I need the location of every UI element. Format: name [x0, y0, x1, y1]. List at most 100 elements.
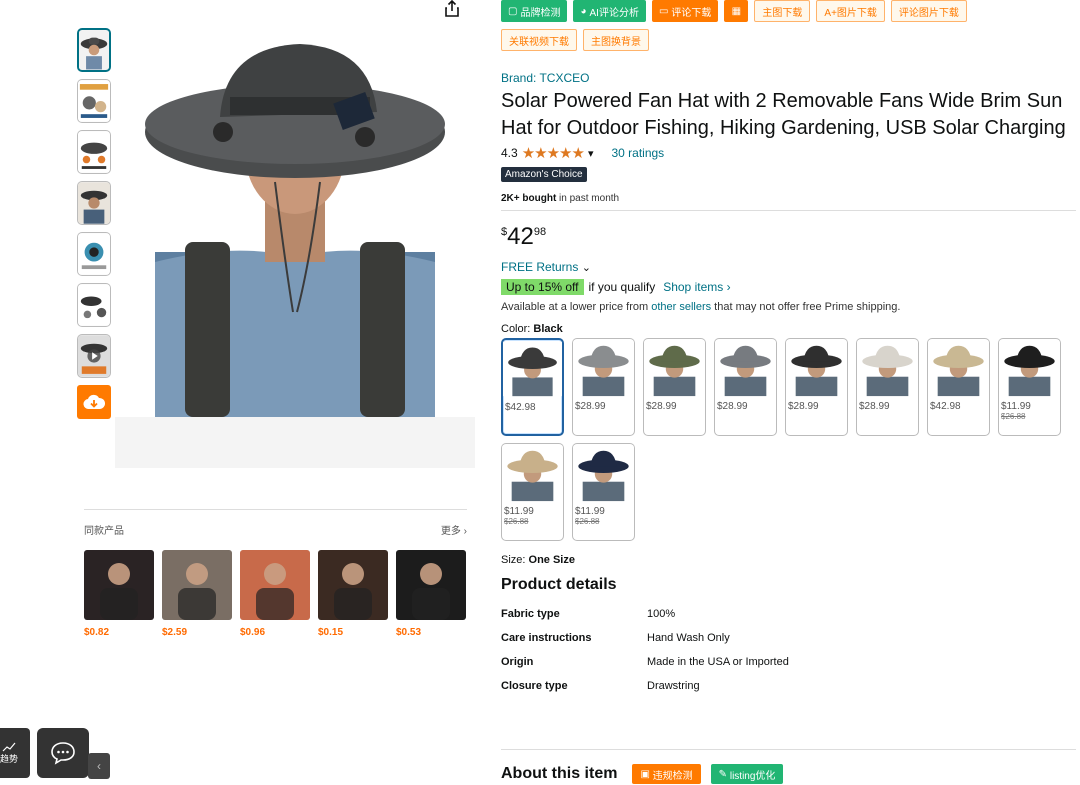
- color-swatch[interactable]: $11.99 $26.88: [998, 338, 1061, 436]
- color-swatch[interactable]: $28.99: [714, 338, 777, 436]
- main-product-image[interactable]: [115, 2, 475, 468]
- shop-items-link[interactable]: Shop items ›: [663, 280, 730, 294]
- swatch-price: $28.99: [717, 401, 748, 412]
- similar-product-image: [318, 550, 388, 620]
- product-details-table: Fabric type 100% Care instructions Hand Was…: [501, 608, 1076, 704]
- thumbnail-video[interactable]: [77, 334, 111, 378]
- color-swatch[interactable]: $42.98: [501, 338, 564, 436]
- thumbnail-6[interactable]: [77, 283, 111, 327]
- swatch-old-price: $26.88: [575, 517, 600, 526]
- chevron-left-icon: ‹: [97, 759, 101, 773]
- thumbnail-4[interactable]: [77, 181, 111, 225]
- similar-product-item[interactable]: $0.96: [240, 550, 310, 638]
- toolbar-button-label: 评论图片下载: [898, 7, 959, 19]
- free-returns-link[interactable]: FREE Returns ⌄: [501, 260, 1076, 274]
- similar-product-image: [84, 550, 154, 620]
- toolbar-button-label: 评论下载: [671, 7, 712, 19]
- share-icon[interactable]: [444, 0, 460, 18]
- rating-row: 4.3 ★★★★★ ▾ 30 ratings: [501, 144, 1076, 162]
- swatch-image: [999, 339, 1060, 397]
- thumbnail-2[interactable]: [77, 79, 111, 123]
- trend-widget[interactable]: 趋势: [0, 728, 30, 778]
- cloud-download-icon: [83, 394, 105, 410]
- toolbar-button-label: A+图片下载: [824, 7, 877, 19]
- similar-product-image: [396, 550, 466, 620]
- violation-check-button[interactable]: ▣ 违规检测: [632, 764, 701, 784]
- similar-product-price: $0.96: [240, 627, 266, 638]
- size-label-text: Size:: [501, 554, 529, 566]
- similar-more-link[interactable]: 更多 ›: [441, 522, 467, 537]
- chevron-down-icon[interactable]: ▾: [588, 147, 594, 160]
- swatch-price: $28.99: [859, 401, 890, 412]
- toolbar-button-label: AI评论分析: [589, 7, 639, 19]
- color-swatch[interactable]: $28.99: [785, 338, 848, 436]
- color-label-text: Color:: [501, 323, 534, 335]
- color-swatch[interactable]: $42.98: [927, 338, 990, 436]
- color-swatch[interactable]: $28.99: [572, 338, 635, 436]
- detail-key: Care instructions: [501, 632, 592, 644]
- thumbnail-5[interactable]: [77, 232, 111, 276]
- detail-key: Fabric type: [501, 608, 560, 620]
- promo-badge: Up to 15% off: [501, 279, 584, 295]
- toolbar-button-text-1[interactable]: 主图换背景: [583, 29, 649, 51]
- star-rating-icon[interactable]: ★★★★★: [522, 144, 585, 162]
- similar-product-price: $0.15: [318, 627, 344, 638]
- color-swatch[interactable]: $11.99 $26.88: [501, 443, 564, 541]
- swatch-price: $11.99: [575, 506, 605, 517]
- product-details-heading: Product details: [501, 576, 617, 593]
- similar-product-item[interactable]: $0.15: [318, 550, 388, 638]
- similar-product-item[interactable]: $0.53: [396, 550, 466, 638]
- toolbar-button-text-5[interactable]: A+图片下载: [816, 0, 885, 22]
- swatch-price: $11.99: [1001, 401, 1031, 412]
- chat-bubble-icon: [51, 742, 75, 765]
- color-swatch[interactable]: $28.99: [856, 338, 919, 436]
- thumbnail-1[interactable]: [77, 28, 111, 72]
- similar-product-price: $2.59: [162, 627, 188, 638]
- bought-count: 2K+ bought: [501, 193, 557, 204]
- swatch-image: [857, 339, 918, 397]
- swatch-image: [573, 444, 634, 502]
- detail-key: Origin: [501, 656, 534, 668]
- chat-widget-button[interactable]: [37, 728, 89, 778]
- collapse-widget-button[interactable]: ‹: [88, 753, 110, 779]
- color-swatch[interactable]: $11.99 $26.88: [572, 443, 635, 541]
- promo-row: Up to 15% off if you qualify Shop items …: [501, 279, 1076, 295]
- product-title: Solar Powered Fan Hat with 2 Removable F…: [501, 90, 1066, 139]
- trend-chart-icon: [2, 742, 16, 751]
- toolbar-row-1: ▢ 品牌检测 ◕ AI评论分析 ▭ 评论下载 ▦ 主图下载 A+图片下载 评论图片下载: [501, 0, 1076, 22]
- similar-product-item[interactable]: $2.59: [162, 550, 232, 638]
- ratings-count-link[interactable]: 30 ratings: [611, 146, 664, 160]
- toolbar-button-comment-2[interactable]: ▭ 评论下载: [651, 0, 719, 22]
- similar-products-title: 同款产品: [84, 526, 124, 537]
- toolbar-button-calculator-3[interactable]: ▦: [724, 0, 749, 22]
- toolbar-button-pie-1[interactable]: ◕ AI评论分析: [573, 0, 646, 22]
- pie-icon: ◕: [580, 5, 587, 17]
- similar-product-item[interactable]: $0.82: [84, 550, 154, 638]
- swatch-image: [644, 339, 705, 397]
- detail-value: 100%: [647, 608, 676, 620]
- free-returns-label: FREE Returns: [501, 260, 579, 274]
- listing-optimize-button[interactable]: ✎ listing优化: [710, 764, 784, 784]
- similar-products-panel: 同款产品 更多 › $0.82 $2.59 $0.96 $0.15 $0.53: [84, 509, 467, 638]
- toolbar-button-text-4[interactable]: 主图下载: [754, 0, 811, 22]
- color-swatches: $42.98 $28.99 $28.99 $28.99 $28.99 $28.99 $42.…: [501, 338, 1076, 548]
- toolbar-button-text-6[interactable]: 评论图片下载: [890, 0, 967, 22]
- color-swatch[interactable]: $28.99: [643, 338, 706, 436]
- detail-value: Drawstring: [647, 680, 700, 692]
- product-info: Brand: TCXCEO Solar Powered Fan Hat with…: [501, 71, 1076, 704]
- promo-text: if you qualify: [588, 280, 656, 294]
- thumbnail-3[interactable]: [77, 130, 111, 174]
- detail-value: Hand Wash Only: [647, 632, 730, 644]
- lower-price-suffix: that may not offer free Prime shipping.: [711, 301, 901, 313]
- clipboard-icon: ▣: [640, 768, 653, 780]
- detail-row: Closure type Drawstring: [501, 680, 1076, 704]
- brand-link[interactable]: Brand: TCXCEO: [501, 71, 1076, 85]
- detail-value: Made in the USA or Imported: [647, 656, 789, 668]
- lower-price-note: Available at a lower price from other se…: [501, 301, 1076, 313]
- toolbar-button-text-0[interactable]: 关联视频下载: [501, 29, 577, 51]
- toolbar-button-square-0[interactable]: ▢ 品牌检测: [501, 0, 568, 22]
- other-sellers-link[interactable]: other sellers: [651, 301, 711, 313]
- similar-product-price: $0.53: [396, 627, 422, 638]
- swatch-price: $28.99: [575, 401, 606, 412]
- cloud-download-button[interactable]: [77, 385, 111, 419]
